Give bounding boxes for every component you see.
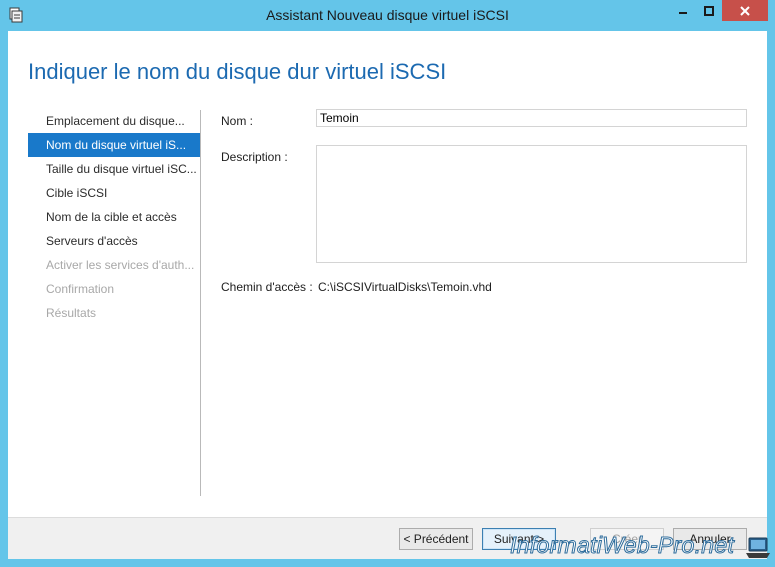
nav-step-disk-name[interactable]: Nom du disque virtuel iS... (28, 133, 200, 157)
nav-step-access-servers[interactable]: Serveurs d'accès (28, 229, 200, 253)
close-button[interactable] (722, 0, 768, 21)
cancel-button[interactable]: Annuler (673, 528, 747, 550)
nav-step-auth-services: Activer les services d'auth... (46, 258, 195, 272)
wizard-window: Assistant Nouveau disque virtuel iSCSI I… (0, 0, 775, 567)
title-bar[interactable]: Assistant Nouveau disque virtuel iSCSI (0, 0, 775, 31)
path-value: C:\iSCSIVirtualDisks\Temoin.vhd (318, 280, 492, 294)
maximize-button[interactable] (696, 0, 722, 21)
next-button[interactable]: Suivant > (482, 528, 556, 550)
nav-step-disk-size[interactable]: Taille du disque virtuel iSC... (28, 157, 200, 181)
description-textarea[interactable] (316, 145, 747, 263)
nav-step-results: Résultats (46, 306, 97, 320)
name-label: Nom : (221, 114, 254, 128)
create-button: Créer (590, 528, 664, 550)
close-icon (740, 5, 750, 16)
wizard-content: Indiquer le nom du disque dur virtuel iS… (8, 31, 767, 559)
laptop-logo-icon (745, 535, 771, 561)
window-title: Assistant Nouveau disque virtuel iSCSI (266, 7, 509, 23)
minimize-icon (679, 11, 687, 14)
nav-divider (200, 110, 201, 496)
description-label: Description : (221, 150, 288, 164)
nav-step-target-name-access[interactable]: Nom de la cible et accès (28, 205, 200, 229)
path-label: Chemin d'accès : (221, 280, 313, 294)
previous-button[interactable]: < Précédent (399, 528, 473, 550)
wizard-footer: < Précédent Suivant > Créer Annuler (8, 517, 767, 559)
page-title: Indiquer le nom du disque dur virtuel iS… (28, 59, 447, 84)
maximize-icon (704, 5, 714, 16)
name-input[interactable] (316, 109, 747, 127)
minimize-button[interactable] (670, 0, 696, 21)
nav-step-disk-location[interactable]: Emplacement du disque... (28, 109, 200, 133)
nav-step-confirmation: Confirmation (46, 282, 115, 296)
nav-step-iscsi-target[interactable]: Cible iSCSI (28, 181, 200, 205)
wizard-steps-nav: Emplacement du disque... Nom du disque v… (28, 109, 200, 325)
